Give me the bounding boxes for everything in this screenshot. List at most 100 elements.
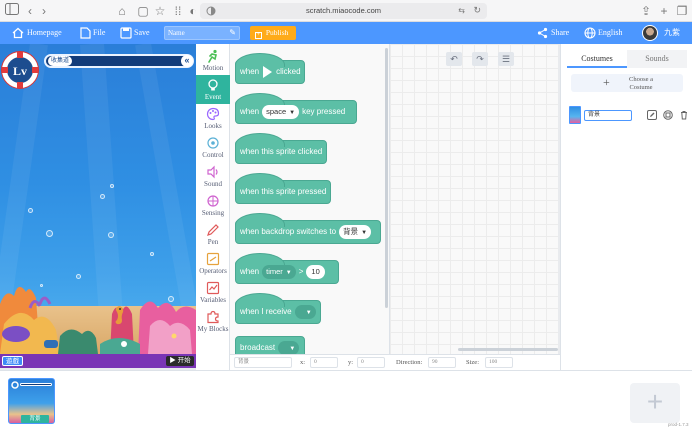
sprite-name-field[interactable]: 背景 <box>234 357 292 368</box>
publish-button[interactable]: + Publish <box>250 26 296 40</box>
edit-icon[interactable] <box>647 110 657 120</box>
category-pen-label: Pen <box>207 238 219 246</box>
key-dropdown[interactable]: space ▼ <box>262 104 300 119</box>
block-when-key-pressed[interactable]: when space ▼ key pressed <box>235 93 357 124</box>
costume-name-input[interactable]: 背景 <box>584 110 632 121</box>
block-when-sprite-clicked[interactable]: when this sprite clicked <box>235 133 327 164</box>
translate-icon[interactable]: ⇆ <box>458 6 465 15</box>
sprite-label: 背景 <box>21 415 49 423</box>
workspace-scrollbar[interactable] <box>458 348 558 351</box>
category-control-label: Control <box>202 151 224 159</box>
stage-start-button[interactable]: ▶ 开始 <box>166 356 194 366</box>
x-field[interactable]: 0 <box>310 357 338 368</box>
forward-icon[interactable]: › <box>36 3 52 19</box>
category-sound-label: Sound <box>204 180 222 188</box>
block-text: key pressed <box>302 107 346 116</box>
timer-dropdown-value: timer <box>266 266 283 276</box>
grid-icon[interactable]: ⁞⁞ <box>170 3 186 19</box>
share-page-icon[interactable]: ⇪ <box>638 3 654 19</box>
broadcast-dropdown[interactable]: ▼ <box>278 340 300 354</box>
copy-icon[interactable] <box>663 110 673 120</box>
category-event[interactable]: Event <box>196 75 230 104</box>
url-text: scratch.miaocode.com <box>305 6 382 15</box>
user-name[interactable]: 九紫 <box>664 22 680 44</box>
reload-icon[interactable]: ↻ <box>473 5 481 16</box>
bubble <box>110 184 114 188</box>
add-sprite-button[interactable]: + <box>630 383 680 423</box>
sprite-thumbnail[interactable]: 背景 <box>8 378 55 424</box>
new-tab-icon[interactable]: + <box>656 3 672 19</box>
home-icon <box>12 27 24 39</box>
star-icon[interactable]: ☆ <box>152 3 168 19</box>
block-when-sprite-pressed[interactable]: when this sprite pressed <box>235 173 331 204</box>
homepage-link[interactable]: Homepage <box>27 22 62 44</box>
costume-thumbnail[interactable] <box>569 106 581 124</box>
category-control[interactable]: Control <box>196 133 230 162</box>
lightbulb-icon <box>208 79 218 91</box>
file-menu[interactable]: File <box>93 22 105 44</box>
sprite-lifebuoy-icon <box>11 381 19 389</box>
delete-icon[interactable] <box>679 110 689 120</box>
undo-icon[interactable]: ↶ <box>446 52 462 66</box>
direction-field[interactable]: 90 <box>428 357 456 368</box>
tabs-overview-icon[interactable]: ❐ <box>674 3 690 19</box>
category-my-blocks[interactable]: My Blocks <box>196 307 230 336</box>
user-avatar[interactable] <box>642 25 658 41</box>
category-sensing[interactable]: Sensing <box>196 191 230 220</box>
timer-dropdown[interactable]: timer ▼ <box>262 264 296 279</box>
stage-game-label[interactable]: 遊戲 <box>2 356 23 366</box>
category-variables[interactable]: Variables <box>196 278 230 307</box>
bookmarks-icon[interactable]: ▢ <box>135 3 151 19</box>
choose-costume-label: Choose a Costume <box>628 76 653 91</box>
share-icon <box>537 27 548 39</box>
project-name-input[interactable]: Name ✎ <box>164 26 240 40</box>
redo-icon[interactable]: ↷ <box>472 52 488 66</box>
block-when-timer-greater[interactable]: when timer ▼ >10 <box>235 253 339 284</box>
category-looks[interactable]: Looks <box>196 104 230 133</box>
bubble <box>100 194 105 199</box>
address-bar[interactable]: scratch.miaocode.com ⇆ ↻ <box>200 3 487 19</box>
stage-canvas[interactable]: Lv 收集道 « <box>0 44 196 354</box>
script-workspace[interactable] <box>390 44 558 354</box>
sidebar-toggle-icon[interactable] <box>4 3 20 19</box>
block-when-i-receive[interactable]: when I receive ▼ <box>235 293 321 324</box>
language-selector[interactable]: English <box>598 22 622 44</box>
category-sound[interactable]: Sound <box>196 162 230 191</box>
category-looks-label: Looks <box>204 122 222 130</box>
block-text: > <box>298 267 304 276</box>
save-icon <box>120 27 132 39</box>
costumes-panel: Costumes Sounds + Choose a Costume 背景 <box>560 44 692 370</box>
palette-scrollbar[interactable] <box>385 48 388 308</box>
block-text: when this sprite pressed <box>240 187 327 196</box>
tab-costumes[interactable]: Costumes <box>567 50 627 68</box>
block-broadcast[interactable]: broadcast ▼ <box>235 336 305 354</box>
category-motion[interactable]: Motion <box>196 46 230 75</box>
y-field[interactable]: 0 <box>357 357 385 368</box>
category-operators[interactable]: Operators <box>196 249 230 278</box>
tab-sounds[interactable]: Sounds <box>627 50 687 68</box>
collapse-stage-icon[interactable]: « <box>181 55 193 67</box>
operators-icon <box>206 252 220 266</box>
coral-reef <box>0 286 196 354</box>
category-pen[interactable]: Pen <box>196 220 230 249</box>
layout-grid-icon[interactable]: ☰ <box>498 52 514 66</box>
key-dropdown-value: space <box>266 106 287 116</box>
backdrop-dropdown[interactable]: 背景 ▼ <box>339 224 372 239</box>
sprite-tray: 背景 + prod-1.7.3 <box>0 370 692 430</box>
share-button[interactable]: Share <box>551 22 569 44</box>
choose-costume-button[interactable]: + Choose a Costume <box>571 74 683 92</box>
timer-value-input[interactable]: 10 <box>306 264 325 279</box>
save-button[interactable]: Save <box>134 22 150 44</box>
block-when-flag-clicked[interactable]: when clicked <box>235 53 305 84</box>
block-when-backdrop-switches[interactable]: when backdrop switches to 背景 ▼ <box>235 213 381 244</box>
y-label: y: <box>348 359 354 366</box>
message-dropdown[interactable]: ▼ <box>294 304 316 319</box>
costume-item[interactable]: 背景 <box>569 106 687 124</box>
shield-icon[interactable]: ◐ <box>185 3 201 19</box>
size-field[interactable]: 100 <box>485 357 513 368</box>
x-label: x: <box>300 359 306 366</box>
control-gear-icon <box>207 137 219 149</box>
home-icon[interactable]: ⌂ <box>114 3 130 19</box>
backdrop-dropdown-value: 背景 <box>343 226 359 236</box>
category-motion-label: Motion <box>202 64 224 72</box>
